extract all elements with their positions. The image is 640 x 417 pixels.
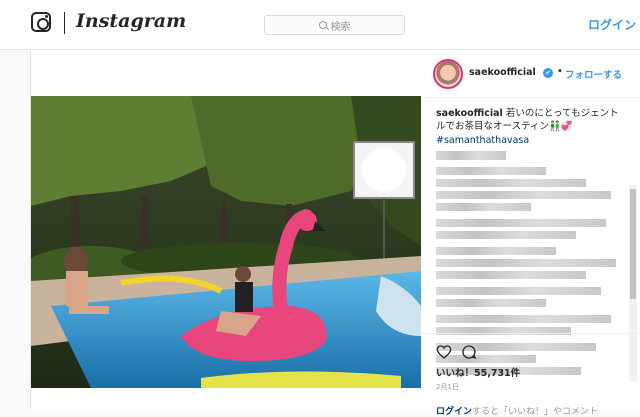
caption-username[interactable]: saekoofficial (436, 108, 503, 119)
blurred-comment (436, 315, 611, 323)
blurred-comment (436, 167, 546, 175)
post-caption: saekoofficial 若いのにとってもジェントルでお茶目なオースティン👬💞 (436, 107, 626, 133)
logo-divider (64, 12, 65, 34)
post-photo[interactable] (31, 96, 421, 388)
heart-icon[interactable] (436, 344, 452, 360)
scrollbar-thumb[interactable] (630, 189, 636, 299)
blurred-comment (436, 179, 586, 187)
post-actions: いいね！55,731件 2月1日 ログインすると「いいね！」やコメント (421, 333, 640, 417)
post-username[interactable]: saekoofficial (469, 67, 536, 78)
blurred-comment (436, 271, 586, 279)
camera-icon[interactable] (31, 12, 51, 32)
blurred-comment (436, 151, 506, 160)
verified-icon: ✔ (543, 68, 553, 78)
post-header: saekoofficial ✔ • フォローする (421, 50, 640, 98)
login-link[interactable]: ログイン (588, 16, 636, 33)
avatar[interactable] (433, 59, 463, 89)
follow-button[interactable]: フォローする (565, 67, 622, 81)
login-prompt: ログインすると「いいね！」やコメント (436, 404, 598, 417)
like-count[interactable]: いいね！55,731件 (436, 365, 520, 379)
top-navigation-bar: Instagram 検索 ログイン (0, 0, 640, 50)
blurred-comment (436, 247, 556, 255)
post-date: 2月1日 (436, 383, 459, 391)
blurred-comment (436, 299, 546, 307)
blurred-comment (436, 191, 611, 199)
blurred-comment (436, 203, 531, 211)
blurred-comment (436, 219, 606, 227)
separator-dot: • (557, 66, 563, 77)
blurred-comment (436, 259, 616, 267)
blurred-comment (436, 287, 601, 295)
instagram-logo[interactable]: Instagram (76, 10, 186, 32)
search-icon (318, 21, 327, 29)
hashtag-link[interactable]: #samanthathavasa (436, 135, 529, 146)
comment-icon[interactable] (461, 344, 477, 360)
search-input[interactable]: 検索 (264, 15, 405, 35)
blurred-comment (436, 231, 576, 239)
post-sidebar: saekoofficial ✔ • フォローする saekoofficial 若… (421, 50, 640, 417)
search-placeholder: 検索 (330, 21, 351, 33)
